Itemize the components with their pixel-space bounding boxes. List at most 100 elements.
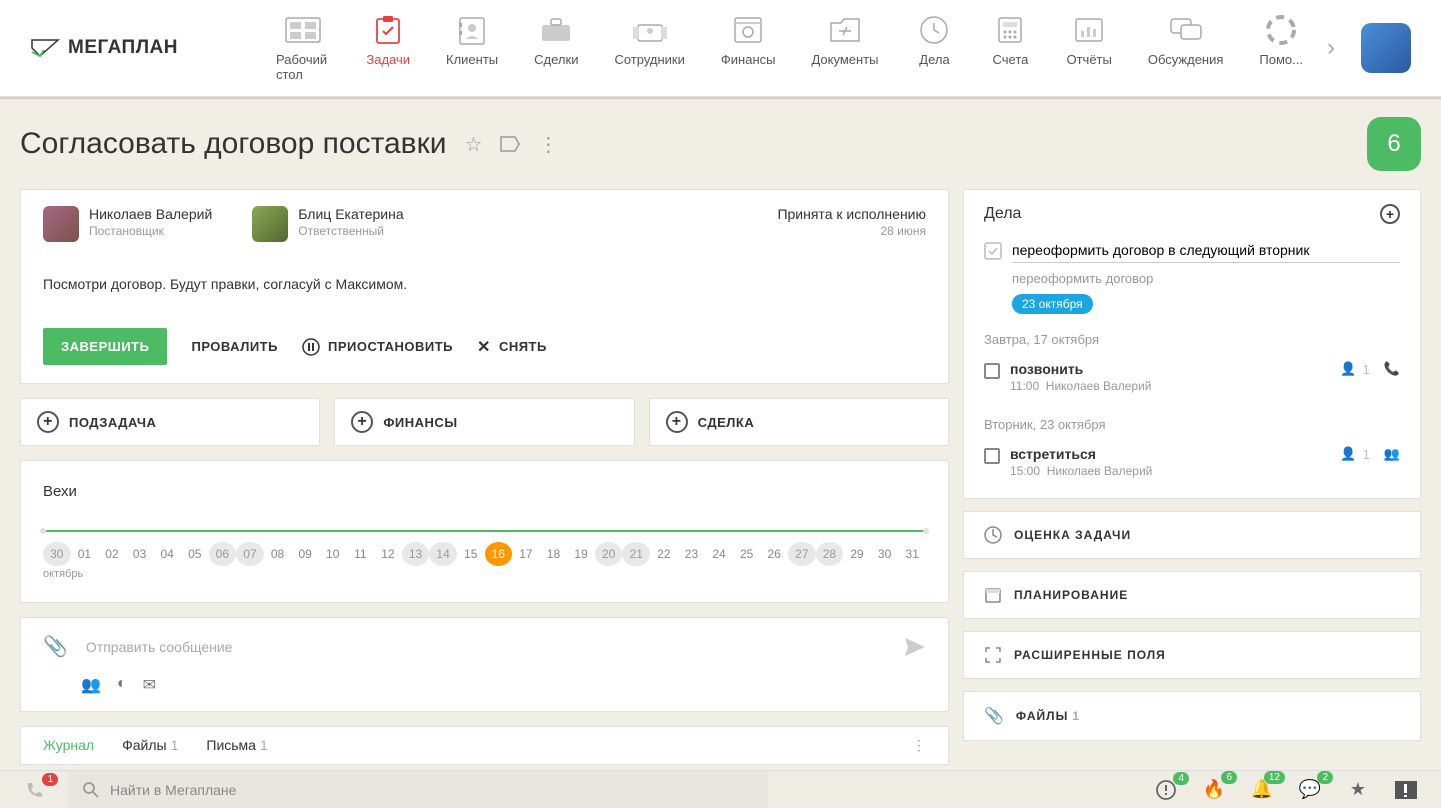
nav-item-employees[interactable]: Сотрудники xyxy=(596,14,702,82)
add-deal-button[interactable]: +СДЕЛКА xyxy=(649,398,949,446)
day-30[interactable]: 30 xyxy=(871,542,899,566)
day-14[interactable]: 14 xyxy=(429,542,457,566)
tab-letters[interactable]: Письма1 xyxy=(206,737,267,754)
alerts-button[interactable]: 4 xyxy=(1151,780,1181,800)
dela-date-pill[interactable]: 23 октября xyxy=(1012,294,1093,314)
assignee-avatar xyxy=(252,206,288,242)
day-24[interactable]: 24 xyxy=(705,542,733,566)
nav-item-help[interactable]: Помо... xyxy=(1241,14,1321,82)
section-rating[interactable]: ОЦЕНКА ЗАДАЧИ xyxy=(963,511,1421,559)
day-06[interactable]: 06 xyxy=(209,542,237,566)
day-19[interactable]: 19 xyxy=(567,542,595,566)
nav-item-documents[interactable]: Документы xyxy=(793,14,896,82)
logo[interactable]: МЕГАПЛАН xyxy=(30,37,178,59)
day-07[interactable]: 07 xyxy=(236,542,264,566)
day-20[interactable]: 20 xyxy=(595,542,623,566)
nav-item-reports[interactable]: Отчёты xyxy=(1048,14,1129,82)
nav-item-finance[interactable]: Финансы xyxy=(703,14,794,82)
fail-button[interactable]: ПРОВАЛИТЬ xyxy=(191,339,278,354)
clients-icon xyxy=(452,14,492,46)
day-26[interactable]: 26 xyxy=(760,542,788,566)
call-icon: 📞 xyxy=(1384,361,1400,377)
people-icon[interactable]: 👥 xyxy=(81,675,101,695)
day-10[interactable]: 10 xyxy=(319,542,347,566)
day-17[interactable]: 17 xyxy=(512,542,540,566)
day-23[interactable]: 23 xyxy=(678,542,706,566)
day-22[interactable]: 22 xyxy=(650,542,678,566)
tag-icon[interactable] xyxy=(500,136,520,152)
user-avatar[interactable] xyxy=(1361,23,1411,73)
complete-button[interactable]: ЗАВЕРШИТЬ xyxy=(43,328,167,365)
nav-item-desktop[interactable]: Рабочий стол xyxy=(258,14,348,82)
nav-item-discussions[interactable]: Обсуждения xyxy=(1130,14,1242,82)
section-extended[interactable]: РАСШИРЕННЫЕ ПОЛЯ xyxy=(963,631,1421,679)
day-02[interactable]: 02 xyxy=(98,542,126,566)
day-08[interactable]: 08 xyxy=(264,542,292,566)
hot-button[interactable]: 🔥6 xyxy=(1199,779,1229,800)
nav-item-deals[interactable]: Сделки xyxy=(516,14,596,82)
day-28[interactable]: 28 xyxy=(816,542,844,566)
day-15[interactable]: 15 xyxy=(457,542,485,566)
composer-input[interactable]: Отправить сообщение xyxy=(86,639,886,655)
day-25[interactable]: 25 xyxy=(733,542,761,566)
flag-icon xyxy=(1395,781,1417,799)
day-27[interactable]: 27 xyxy=(788,542,816,566)
chat-button[interactable]: 💬2 xyxy=(1295,779,1325,800)
phone-button[interactable]: 1 xyxy=(20,781,50,799)
task-description: Посмотри договор. Будут правки, согласуй… xyxy=(21,258,948,310)
visibility-icon[interactable]: ◐ xyxy=(117,675,127,695)
mail-icon[interactable]: ✉ xyxy=(143,675,156,695)
x-icon: ✕ xyxy=(477,337,491,357)
more-icon[interactable]: ⋮ xyxy=(538,132,558,157)
notifications-button[interactable]: 🔔12 xyxy=(1247,779,1277,800)
tabs-more-icon[interactable]: ⋮ xyxy=(912,737,926,754)
clip-icon: 📎 xyxy=(984,706,1004,726)
pause-button[interactable]: ПРИОСТАНОВИТЬ xyxy=(302,338,453,356)
day-09[interactable]: 09 xyxy=(291,542,319,566)
cancel-button[interactable]: ✕СНЯТЬ xyxy=(477,337,547,357)
day-18[interactable]: 18 xyxy=(540,542,568,566)
task-assignee[interactable]: Блиц Екатерина Ответственный xyxy=(252,206,403,242)
day-05[interactable]: 05 xyxy=(181,542,209,566)
day-16[interactable]: 16 xyxy=(485,542,513,566)
nav-item-accounts[interactable]: Счета xyxy=(972,14,1048,82)
milestones-card: Вехи 30010203040506070809101112131415161… xyxy=(20,460,949,603)
day-12[interactable]: 12 xyxy=(374,542,402,566)
nav-item-tasks[interactable]: Задачи xyxy=(348,14,428,82)
section-planning[interactable]: ПЛАНИРОВАНИЕ xyxy=(963,571,1421,619)
tab-journal[interactable]: Журнал xyxy=(43,737,94,754)
nav-scroll-right[interactable]: › xyxy=(1321,34,1341,62)
add-subtask-button[interactable]: +ПОДЗАДАЧА xyxy=(20,398,320,446)
day-03[interactable]: 03 xyxy=(126,542,154,566)
send-icon[interactable] xyxy=(904,637,926,657)
checkbox[interactable] xyxy=(984,363,1000,379)
participants-badge[interactable]: 6 xyxy=(1367,117,1421,171)
dela-item[interactable]: позвонить11:00 Николаев Валерий👤1📞 xyxy=(984,355,1400,399)
day-29[interactable]: 29 xyxy=(843,542,871,566)
add-finance-button[interactable]: +ФИНАНСЫ xyxy=(334,398,634,446)
page-header: Согласовать договор поставки ☆ ⋮ 6 xyxy=(0,99,1441,189)
day-13[interactable]: 13 xyxy=(402,542,430,566)
day-30[interactable]: 30 xyxy=(43,542,71,566)
task-owner[interactable]: Николаев Валерий Постановщик xyxy=(43,206,212,242)
tab-files[interactable]: Файлы1 xyxy=(122,737,178,754)
nav-item-clients[interactable]: Клиенты xyxy=(428,14,516,82)
attach-icon[interactable]: 📎 xyxy=(43,634,68,659)
dela-input[interactable] xyxy=(1012,238,1400,263)
search-box[interactable]: Найти в Мегаплане xyxy=(68,771,768,808)
section-files[interactable]: 📎 ФАЙЛЫ1 xyxy=(963,691,1421,741)
nav-item-todos[interactable]: Дела xyxy=(896,14,972,82)
dela-item[interactable]: встретиться15:00 Николаев Валерий👤1👥 xyxy=(984,440,1400,484)
flag-button[interactable] xyxy=(1391,781,1421,799)
day-04[interactable]: 04 xyxy=(153,542,181,566)
favorites-button[interactable]: ★ xyxy=(1343,779,1373,800)
day-31[interactable]: 31 xyxy=(898,542,926,566)
day-01[interactable]: 01 xyxy=(71,542,99,566)
day-21[interactable]: 21 xyxy=(622,542,650,566)
day-11[interactable]: 11 xyxy=(347,542,375,566)
add-dela-button[interactable]: + xyxy=(1380,204,1400,224)
owner-avatar xyxy=(43,206,79,242)
checkbox[interactable] xyxy=(984,448,1000,464)
star-icon[interactable]: ☆ xyxy=(464,132,482,157)
chat-icon: 💬 xyxy=(1299,779,1321,800)
